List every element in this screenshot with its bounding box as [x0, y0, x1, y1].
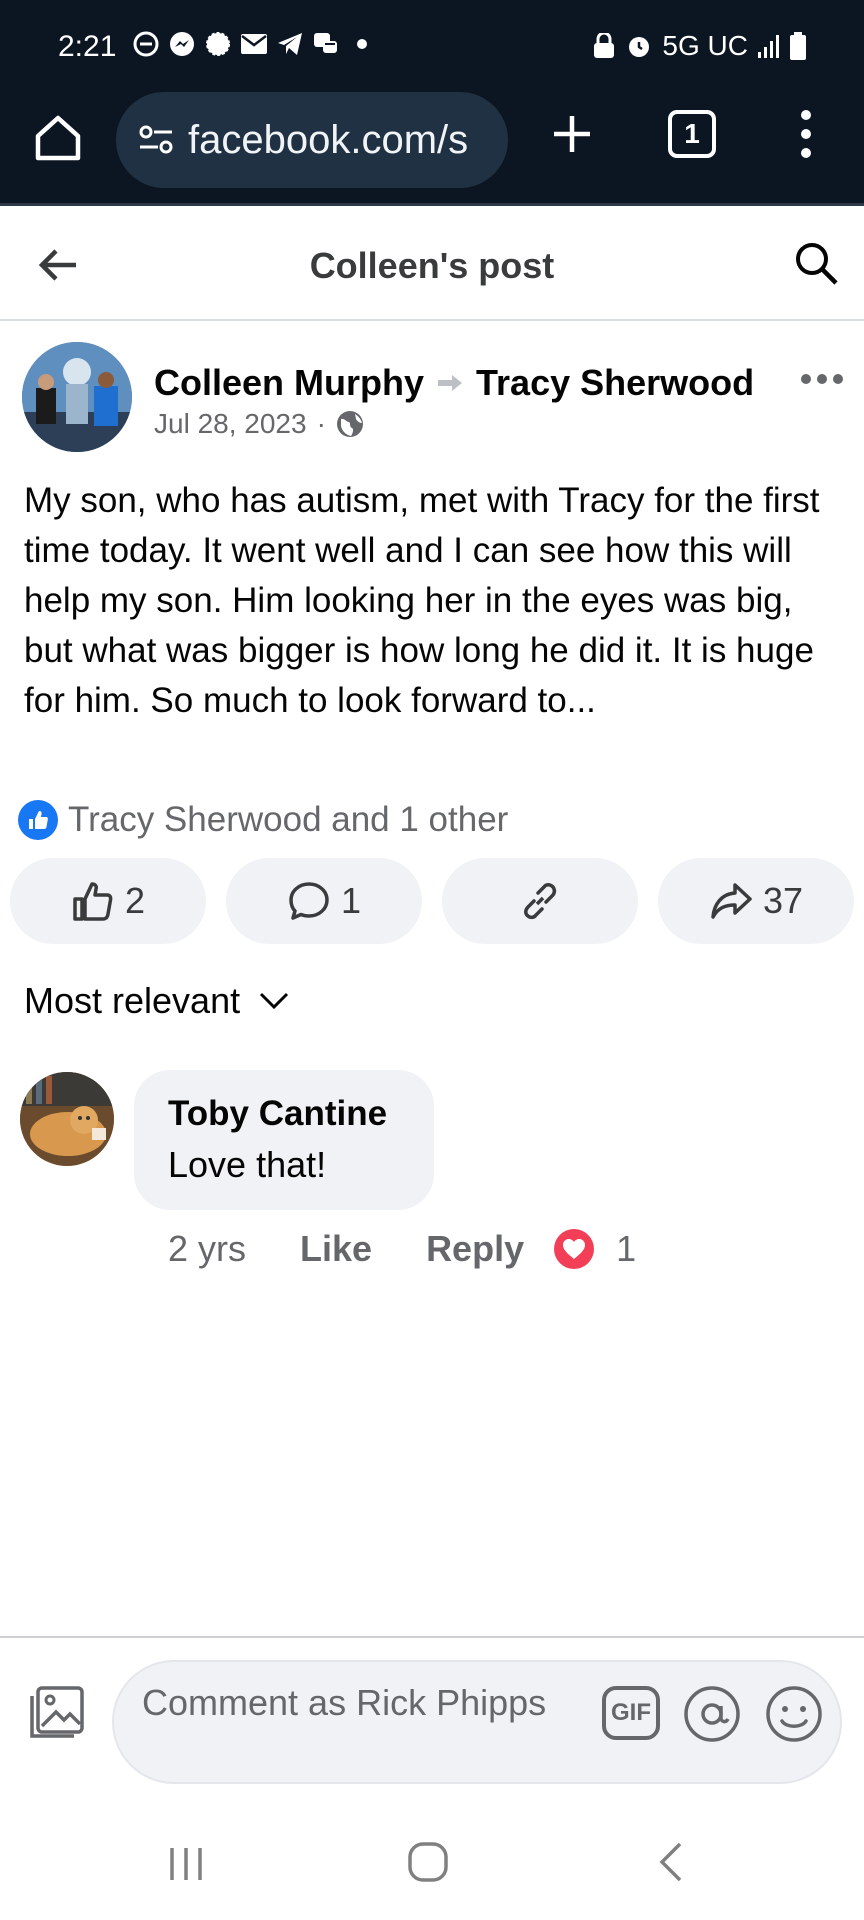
telegram-icon	[276, 30, 304, 58]
signal-icon	[204, 30, 232, 58]
battery-icon	[790, 32, 806, 60]
system-nav-bar	[0, 1786, 864, 1920]
comment-author[interactable]: Toby Cantine	[168, 1094, 434, 1134]
page-title: Colleen's post	[309, 245, 555, 286]
comment-sort-label: Most relevant	[24, 980, 241, 1021]
like-count: 2	[124, 880, 146, 921]
copy-link-button[interactable]	[442, 858, 638, 944]
notification-icons	[132, 30, 376, 58]
status-time: 2:21	[58, 30, 117, 63]
status-bar: 2:21 5G UC	[0, 0, 864, 92]
site-settings-icon[interactable]	[136, 120, 176, 160]
post-action-row: 2 1 37	[10, 858, 854, 944]
comment-icon	[289, 882, 329, 920]
comment-count: 1	[340, 880, 362, 921]
avatar-photo	[20, 1072, 114, 1166]
browser-menu-button[interactable]	[788, 108, 824, 160]
system-back-button[interactable]	[654, 1840, 686, 1884]
comment-reply-button[interactable]: Reply	[426, 1228, 524, 1270]
dot-icon	[348, 30, 376, 58]
address-bar[interactable]: facebook.com/s	[116, 92, 508, 188]
triangle-right-icon	[438, 375, 463, 391]
comment-reaction-count[interactable]: 1	[616, 1228, 636, 1270]
emoji-button[interactable]	[764, 1684, 824, 1744]
home-circle-icon	[408, 1842, 448, 1882]
page-header: Colleen's post	[0, 209, 864, 321]
comment-actions: 2 yrs Like Reply 1	[168, 1228, 636, 1270]
smiley-icon	[766, 1686, 822, 1742]
heart-reaction-icon[interactable]	[554, 1229, 595, 1269]
post-author-line: Colleen Murphy Tracy Sherwood	[154, 362, 754, 404]
comment-like-button[interactable]: Like	[300, 1228, 372, 1270]
author-avatar[interactable]	[22, 342, 132, 452]
reaction-summary-text: Tracy Sherwood and 1 other	[68, 800, 509, 839]
browser-toolbar: facebook.com/s 1	[0, 92, 864, 206]
reaction-summary[interactable]: Tracy Sherwood and 1 other	[18, 800, 508, 840]
share-icon	[711, 883, 752, 919]
comment-composer: Comment as Rick Phipps GIF	[0, 1636, 864, 1786]
like-button[interactable]: 2	[10, 858, 206, 944]
comment-input[interactable]: Comment as Rick Phipps GIF	[112, 1660, 842, 1784]
do-not-disturb-icon	[132, 30, 160, 58]
status-right: 5G UC	[592, 30, 806, 62]
home-button[interactable]	[32, 112, 84, 164]
plus-icon	[554, 116, 590, 152]
post-text: My son, who has autism, met with Tracy f…	[24, 481, 820, 720]
comment-text: Love that!	[168, 1144, 327, 1185]
network-type: 5G UC	[662, 30, 748, 61]
search-icon	[796, 243, 838, 285]
recents-button[interactable]	[166, 1844, 206, 1884]
recents-icon	[170, 1848, 202, 1880]
lock-icon	[594, 33, 615, 58]
messenger-icon	[168, 30, 196, 58]
share-count: 37	[762, 880, 804, 921]
new-tab-button[interactable]	[548, 110, 596, 158]
chevron-left-icon	[659, 1842, 682, 1882]
link-icon	[524, 883, 557, 920]
more-vert-icon	[801, 110, 811, 158]
more-horizontal-icon	[801, 374, 843, 384]
comment-sort-dropdown[interactable]: Most relevant	[24, 980, 290, 1022]
at-sign-icon	[684, 1686, 740, 1742]
attach-photo-button[interactable]	[28, 1682, 88, 1742]
post-more-button[interactable]	[800, 372, 844, 386]
post-recipient-name[interactable]: Tracy Sherwood	[476, 362, 754, 404]
meta-separator: ·	[316, 408, 326, 439]
photo-icon	[30, 1686, 84, 1738]
mail-icon	[240, 30, 268, 58]
alarm-icon	[629, 37, 650, 57]
comment-input-placeholder: Comment as Rick Phipps	[142, 1682, 547, 1723]
url-text: facebook.com/s	[188, 117, 469, 162]
home-icon	[35, 115, 81, 161]
comment-time[interactable]: 2 yrs	[168, 1228, 246, 1270]
thumbs-up-icon	[73, 882, 113, 921]
post-meta: Jul 28, 2023 ·	[154, 408, 364, 440]
gif-button[interactable]: GIF	[602, 1686, 660, 1740]
share-button[interactable]: 37	[658, 858, 854, 944]
comment-button[interactable]: 1	[226, 858, 422, 944]
comment-bubble[interactable]: Toby Cantine Love that!	[134, 1070, 434, 1210]
system-home-button[interactable]	[406, 1840, 450, 1884]
search-button[interactable]	[792, 239, 840, 287]
like-reaction-icon	[18, 800, 58, 840]
chevron-down-icon	[260, 992, 289, 1010]
tab-switcher-button[interactable]: 1	[668, 110, 716, 158]
globe-icon	[336, 411, 363, 437]
commenter-avatar[interactable]	[20, 1072, 114, 1166]
signal-bars-icon	[758, 35, 779, 58]
chat-icon	[312, 30, 340, 58]
mention-button[interactable]	[682, 1684, 742, 1744]
post-date[interactable]: Jul 28, 2023	[154, 408, 307, 440]
post-author-name[interactable]: Colleen Murphy	[154, 362, 424, 404]
avatar-photo	[22, 342, 132, 452]
